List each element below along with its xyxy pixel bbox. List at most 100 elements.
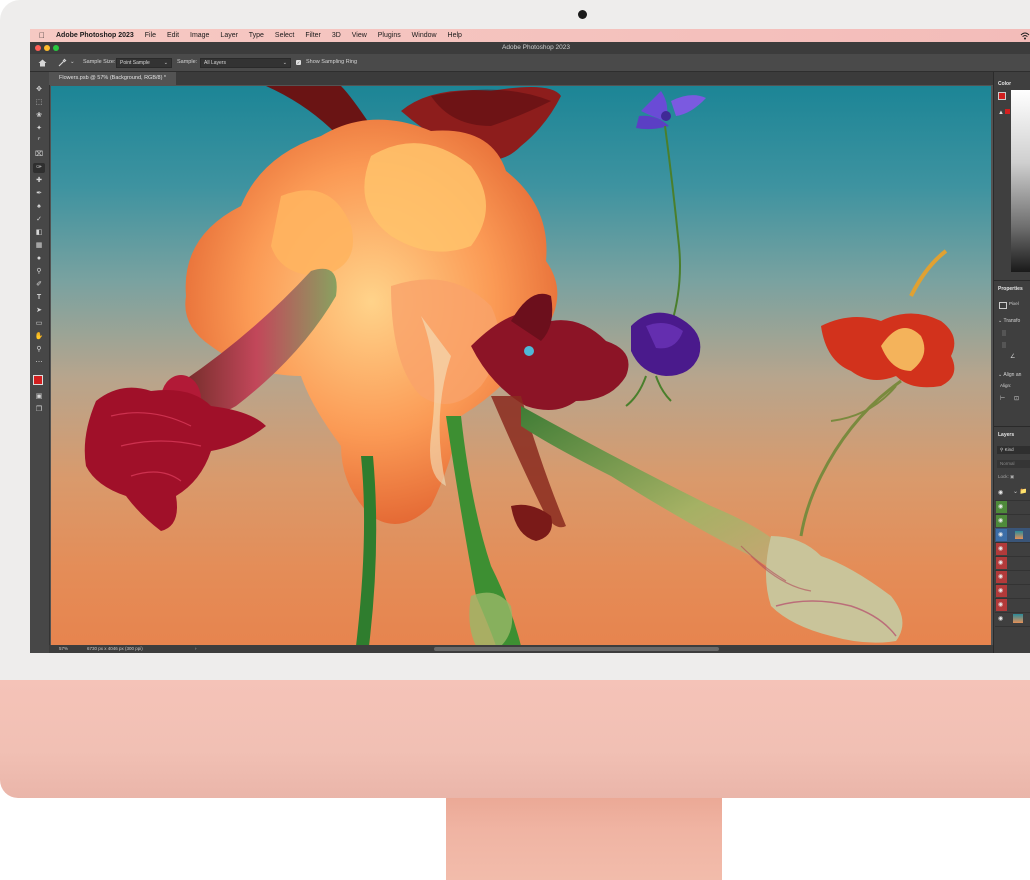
menu-filter[interactable]: Filter	[305, 32, 321, 39]
minimize-window-icon[interactable]	[44, 45, 50, 51]
zoom-window-icon[interactable]	[53, 45, 59, 51]
transform-w-field[interactable]	[1002, 330, 1006, 336]
visibility-eye-icon[interactable]: ◉	[998, 489, 1003, 496]
blend-mode-select[interactable]: Normal	[997, 460, 1030, 468]
clone-stamp-tool-icon[interactable]: ♠	[33, 202, 45, 212]
menu-image[interactable]: Image	[190, 32, 209, 39]
eyedropper-icon[interactable]: ✑	[33, 163, 45, 173]
dodge-tool-icon[interactable]: ⚲	[33, 267, 45, 277]
quick-selection-tool-icon[interactable]: ✦	[33, 124, 45, 134]
layer-kind-filter[interactable]: ⚲ Kind	[997, 446, 1030, 454]
align-section-label[interactable]: ⌄ Align an	[998, 372, 1021, 378]
properties-panel-tab[interactable]: Properties	[998, 286, 1023, 292]
zoom-level[interactable]: 57%	[59, 645, 68, 653]
layer-row[interactable]: ◉	[995, 556, 1030, 571]
more-tools-icon[interactable]: ⋯	[33, 358, 45, 368]
rectangle-tool-icon[interactable]: ▭	[33, 319, 45, 329]
align-left-icon[interactable]: ⊢	[1000, 395, 1005, 402]
lock-pixels-icon[interactable]: ▣	[1010, 474, 1014, 479]
blue-cornflower	[636, 91, 706, 327]
document-canvas[interactable]	[51, 86, 991, 646]
wifi-icon[interactable]	[1020, 32, 1030, 40]
document-tab[interactable]: Flowers.psb @ 57% (Background, RGB/8) *	[49, 72, 177, 85]
home-icon[interactable]	[38, 59, 47, 67]
angle-icon[interactable]: ∠	[1010, 353, 1015, 360]
layer-row[interactable]: ◉	[995, 584, 1030, 599]
menu-help[interactable]: Help	[448, 32, 462, 39]
color-swatches[interactable]	[33, 375, 47, 389]
chevron-right-icon[interactable]: ›	[195, 645, 197, 653]
menu-type[interactable]: Type	[249, 32, 264, 39]
menu-edit[interactable]: Edit	[167, 32, 179, 39]
hand-tool-icon[interactable]: ✋	[33, 332, 45, 342]
apple-icon[interactable]: 	[39, 29, 45, 42]
eraser-tool-icon[interactable]: ◧	[33, 228, 45, 238]
menu-select[interactable]: Select	[275, 32, 294, 39]
visibility-eye-icon[interactable]: ◉	[998, 601, 1003, 608]
transform-h-field[interactable]	[1002, 342, 1006, 348]
menu-window[interactable]: Window	[412, 32, 437, 39]
tool-preset-chevron-icon[interactable]: ⌄	[70, 54, 75, 71]
blend-mode-value: Normal	[1000, 461, 1015, 466]
layer-row[interactable]: ◉	[995, 500, 1030, 515]
history-brush-tool-icon[interactable]: ✓	[33, 215, 45, 225]
layer-row[interactable]: ◉	[995, 612, 1030, 627]
document-tabbar: Flowers.psb @ 57% (Background, RGB/8) *	[49, 72, 999, 85]
frame-tool-icon[interactable]: ⌧	[33, 150, 45, 160]
menu-layer[interactable]: Layer	[220, 32, 238, 39]
color-panel-tab[interactable]: Color	[998, 81, 1011, 87]
foreground-color-swatch[interactable]	[33, 375, 43, 385]
eyedropper-tool-icon[interactable]	[58, 58, 67, 67]
quick-mask-icon[interactable]: ▣	[33, 392, 45, 402]
align-center-icon[interactable]: ⊡	[1014, 395, 1019, 402]
lasso-tool-icon[interactable]: ❀	[33, 111, 45, 121]
sampling-ring-checkbox[interactable]: ✓	[296, 60, 301, 65]
fg-bg-swatch-icon[interactable]	[998, 92, 1009, 103]
brush-tool-icon[interactable]: ✒	[33, 189, 45, 199]
type-tool-icon[interactable]: T	[33, 293, 45, 303]
visibility-eye-icon[interactable]: ◉	[998, 587, 1003, 594]
zoom-tool-icon[interactable]: ⚲	[33, 345, 45, 355]
layer-row[interactable]: ◉	[995, 570, 1030, 585]
imac-stand	[446, 798, 722, 880]
blur-tool-icon[interactable]: ●	[33, 254, 45, 264]
layer-row[interactable]: ◉	[995, 542, 1030, 557]
visibility-eye-icon[interactable]: ◉	[998, 559, 1003, 566]
sample-label: Sample:	[177, 59, 198, 65]
menu-view[interactable]: View	[352, 32, 367, 39]
crop-tool-icon[interactable]: ⌜	[33, 137, 45, 147]
layers-panel-tab[interactable]: Layers	[998, 432, 1014, 438]
visibility-eye-icon[interactable]: ◉	[998, 615, 1003, 622]
imac-chin	[0, 680, 1030, 798]
healing-brush-tool-icon[interactable]: ✚	[33, 176, 45, 186]
path-selection-tool-icon[interactable]: ➤	[33, 306, 45, 316]
show-sampling-ring-label: Show Sampling Ring	[306, 59, 358, 65]
move-tool-icon[interactable]: ✥	[33, 85, 45, 95]
sample-size-select[interactable]: Point Sample ⌄	[116, 58, 172, 68]
pixel-layer-label: Pixel	[1009, 301, 1019, 306]
menu-plugins[interactable]: Plugins	[378, 32, 401, 39]
visibility-eye-icon[interactable]: ◉	[998, 531, 1003, 538]
menu-file[interactable]: File	[145, 32, 156, 39]
layer-row[interactable]: ◉	[995, 514, 1030, 529]
sample-select[interactable]: All Layers ⌄	[200, 58, 291, 68]
menu-3d[interactable]: 3D	[332, 32, 341, 39]
visibility-eye-icon[interactable]: ◉	[998, 573, 1003, 580]
screen-mode-icon[interactable]: ❐	[33, 405, 45, 415]
visibility-eye-icon[interactable]: ◉	[998, 517, 1003, 524]
layer-row-selected[interactable]: ◉	[995, 528, 1030, 543]
lock-label: Lock:	[998, 474, 1009, 479]
gradient-tool-icon[interactable]: ▦	[33, 241, 45, 251]
menu-app-name[interactable]: Adobe Photoshop 2023	[56, 32, 134, 39]
pen-tool-icon[interactable]: ✐	[33, 280, 45, 290]
color-field[interactable]	[1011, 90, 1030, 272]
visibility-eye-icon[interactable]: ◉	[998, 545, 1003, 552]
document-info: 6730 px x 4046 px (300 ppi)	[87, 646, 143, 651]
layer-row[interactable]: ◉	[995, 598, 1030, 613]
marquee-tool-icon[interactable]: ⬚	[33, 98, 45, 108]
transform-section-label[interactable]: ⌄ Transfo	[998, 318, 1020, 324]
visibility-eye-icon[interactable]: ◉	[998, 503, 1003, 510]
close-window-icon[interactable]	[35, 45, 41, 51]
horizontal-scrollbar[interactable]	[434, 647, 719, 651]
layer-row[interactable]: ◉ ⌄ 📁	[995, 486, 1030, 501]
